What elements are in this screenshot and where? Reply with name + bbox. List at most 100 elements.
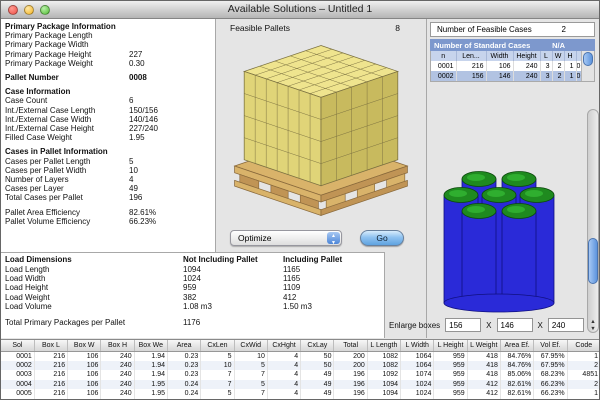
info-row: Total Cases per Pallet196 xyxy=(5,193,213,202)
case-table-column-header[interactable]: Len... xyxy=(456,51,486,61)
dimension-separator-x: X xyxy=(486,321,491,330)
solutions-cell: 196 xyxy=(334,389,367,399)
solutions-cell: 84.76% xyxy=(500,351,533,361)
case-table-column-header[interactable]: H xyxy=(564,51,576,61)
info-value: 82.61% xyxy=(129,208,156,217)
load-dim-value-incl-pallet: 412 xyxy=(283,293,383,302)
solutions-column-header[interactable]: Area Ef. xyxy=(500,340,533,351)
solutions-column-header[interactable]: L Length xyxy=(367,340,400,351)
solutions-cell: 216 xyxy=(34,370,67,380)
info-row: Primary Package Width xyxy=(5,40,213,49)
solutions-cell: 959 xyxy=(434,370,467,380)
solutions-column-header[interactable]: Code xyxy=(567,340,600,351)
case-table-column-header[interactable]: Height xyxy=(513,51,540,61)
panel-scroll-thumb[interactable] xyxy=(588,238,598,284)
solutions-row[interactable]: 00042161062401.950.247544919610941024959… xyxy=(1,380,600,390)
info-row: Cases per Pallet Width10 xyxy=(5,166,213,175)
solutions-row[interactable]: 00032161062401.940.237744919610921074959… xyxy=(1,370,600,380)
app-window: Available Solutions – Untitled 1 Primary… xyxy=(0,0,600,400)
solutions-row[interactable]: 00052161062401.950.245744919610941024959… xyxy=(1,389,600,399)
load-dim-value-incl-pallet: 1165 xyxy=(283,265,383,274)
solutions-cell: 5 xyxy=(201,351,234,361)
feasible-pallets-value: 8 xyxy=(395,23,400,33)
feasible-cases-box: Number of Feasible Cases 2 xyxy=(430,22,595,37)
solutions-column-header[interactable]: Box We xyxy=(134,340,167,351)
case-table-cell: 106 xyxy=(486,61,513,71)
load-dim-row: Load Width10241165 xyxy=(5,274,384,283)
total-packages-value: 1176 xyxy=(183,318,200,327)
solutions-column-header[interactable]: Box W xyxy=(68,340,101,351)
solutions-cell: 66.23% xyxy=(534,389,567,399)
minimize-button[interactable] xyxy=(24,5,34,15)
solutions-cell: 85.06% xyxy=(500,370,533,380)
info-value: 66.23% xyxy=(129,217,156,226)
info-value: 150/156 xyxy=(129,106,158,115)
case-table-column-header[interactable]: n xyxy=(431,51,456,61)
case-table-column-header[interactable]: Width xyxy=(486,51,513,61)
load-dimension-rows: Load Length10941165Load Width10241165Loa… xyxy=(5,265,384,311)
solutions-cell: 1 xyxy=(567,351,600,361)
solutions-column-header[interactable]: CxLen xyxy=(201,340,234,351)
go-button[interactable]: Go xyxy=(360,230,404,246)
optimize-dropdown[interactable]: Optimize ▲▼ xyxy=(230,230,342,246)
load-dim-row: Load Weight382412 xyxy=(5,293,384,302)
info-label: Cases per Layer xyxy=(5,184,129,193)
title-bar[interactable]: Available Solutions – Untitled 1 xyxy=(1,1,599,19)
case-table-cell: 2 xyxy=(552,71,564,81)
solutions-row[interactable]: 00022161062401.940.231054502001082106495… xyxy=(1,361,600,371)
enlarge-length-field[interactable] xyxy=(445,318,481,332)
solutions-column-header[interactable]: Sol xyxy=(1,340,34,351)
solutions-column-header[interactable]: L Height xyxy=(434,340,467,351)
solutions-column-header[interactable]: CxHght xyxy=(267,340,300,351)
enlarge-height-field[interactable] xyxy=(548,318,584,332)
solutions-cell: 412 xyxy=(467,380,500,390)
solutions-column-header[interactable]: Box H xyxy=(101,340,134,351)
scroll-arrow-buttons[interactable]: ▲▼ xyxy=(588,319,598,332)
info-row: Int./External Case Width140/146 xyxy=(5,115,213,124)
solutions-cell: 959 xyxy=(434,389,467,399)
solutions-cell: 1024 xyxy=(401,380,434,390)
solutions-column-header[interactable]: Total xyxy=(334,340,367,351)
solutions-column-header[interactable]: CxLay xyxy=(301,340,334,351)
close-button[interactable] xyxy=(8,5,18,15)
solutions-row[interactable]: 00012161062401.940.235104502001082106495… xyxy=(1,351,600,361)
info-value: 1.95 xyxy=(129,133,145,142)
solutions-cell: 50 xyxy=(301,351,334,361)
case-table-row[interactable]: 00021561462403210 xyxy=(431,71,583,81)
info-row: Primary Package Weight0.30 xyxy=(5,59,213,68)
solutions-cell: 1 xyxy=(567,389,600,399)
case-table-cell: 3 xyxy=(540,61,552,71)
case-table-cell: 3 xyxy=(540,71,552,81)
window-title: Available Solutions – Untitled 1 xyxy=(1,1,599,18)
solutions-column-header[interactable]: L Width xyxy=(401,340,434,351)
case-table: nLen...WidthHeightLWH0001216106240321000… xyxy=(431,51,583,81)
standard-cases-label: Number of Standard Cases xyxy=(434,41,530,50)
case-table-column-header[interactable]: W xyxy=(552,51,564,61)
info-label: Int./External Case Length xyxy=(5,106,129,115)
enlarge-width-field[interactable] xyxy=(497,318,533,332)
panel-scrollbar[interactable]: ▲▼ xyxy=(587,109,599,333)
solutions-column-header[interactable]: CxWid xyxy=(234,340,267,351)
info-value: 196 xyxy=(129,193,142,202)
solutions-column-header[interactable]: Vol Ef. xyxy=(534,340,567,351)
solutions-column-header[interactable]: Area xyxy=(167,340,200,351)
case-table-cell: 0002 xyxy=(431,71,456,81)
case-table-cell: 240 xyxy=(513,71,540,81)
solutions-cell: 1092 xyxy=(367,370,400,380)
case-table-column-header[interactable]: L xyxy=(540,51,552,61)
solutions-column-header[interactable]: Box L xyxy=(34,340,67,351)
info-row: Int./External Case Height227/240 xyxy=(5,124,213,133)
info-row: Case Count6 xyxy=(5,96,213,105)
pallet-3d-view[interactable] xyxy=(223,34,419,226)
info-value: 5 xyxy=(129,157,133,166)
case-table-row[interactable]: 00012161062403210 xyxy=(431,61,583,71)
info-row: Pallet Volume Efficiency66.23% xyxy=(5,217,213,226)
solutions-column-header[interactable]: L Weight xyxy=(467,340,500,351)
info-label: Total Cases per Pallet xyxy=(5,193,129,202)
info-label: Cases in Pallet Information xyxy=(5,147,129,156)
zoom-button[interactable] xyxy=(40,5,50,15)
case-table-scroll-thumb[interactable] xyxy=(583,52,593,66)
solutions-cell: 67.95% xyxy=(534,351,567,361)
solutions-cell: 7 xyxy=(201,380,234,390)
case-table-scrollbar[interactable] xyxy=(581,51,594,81)
